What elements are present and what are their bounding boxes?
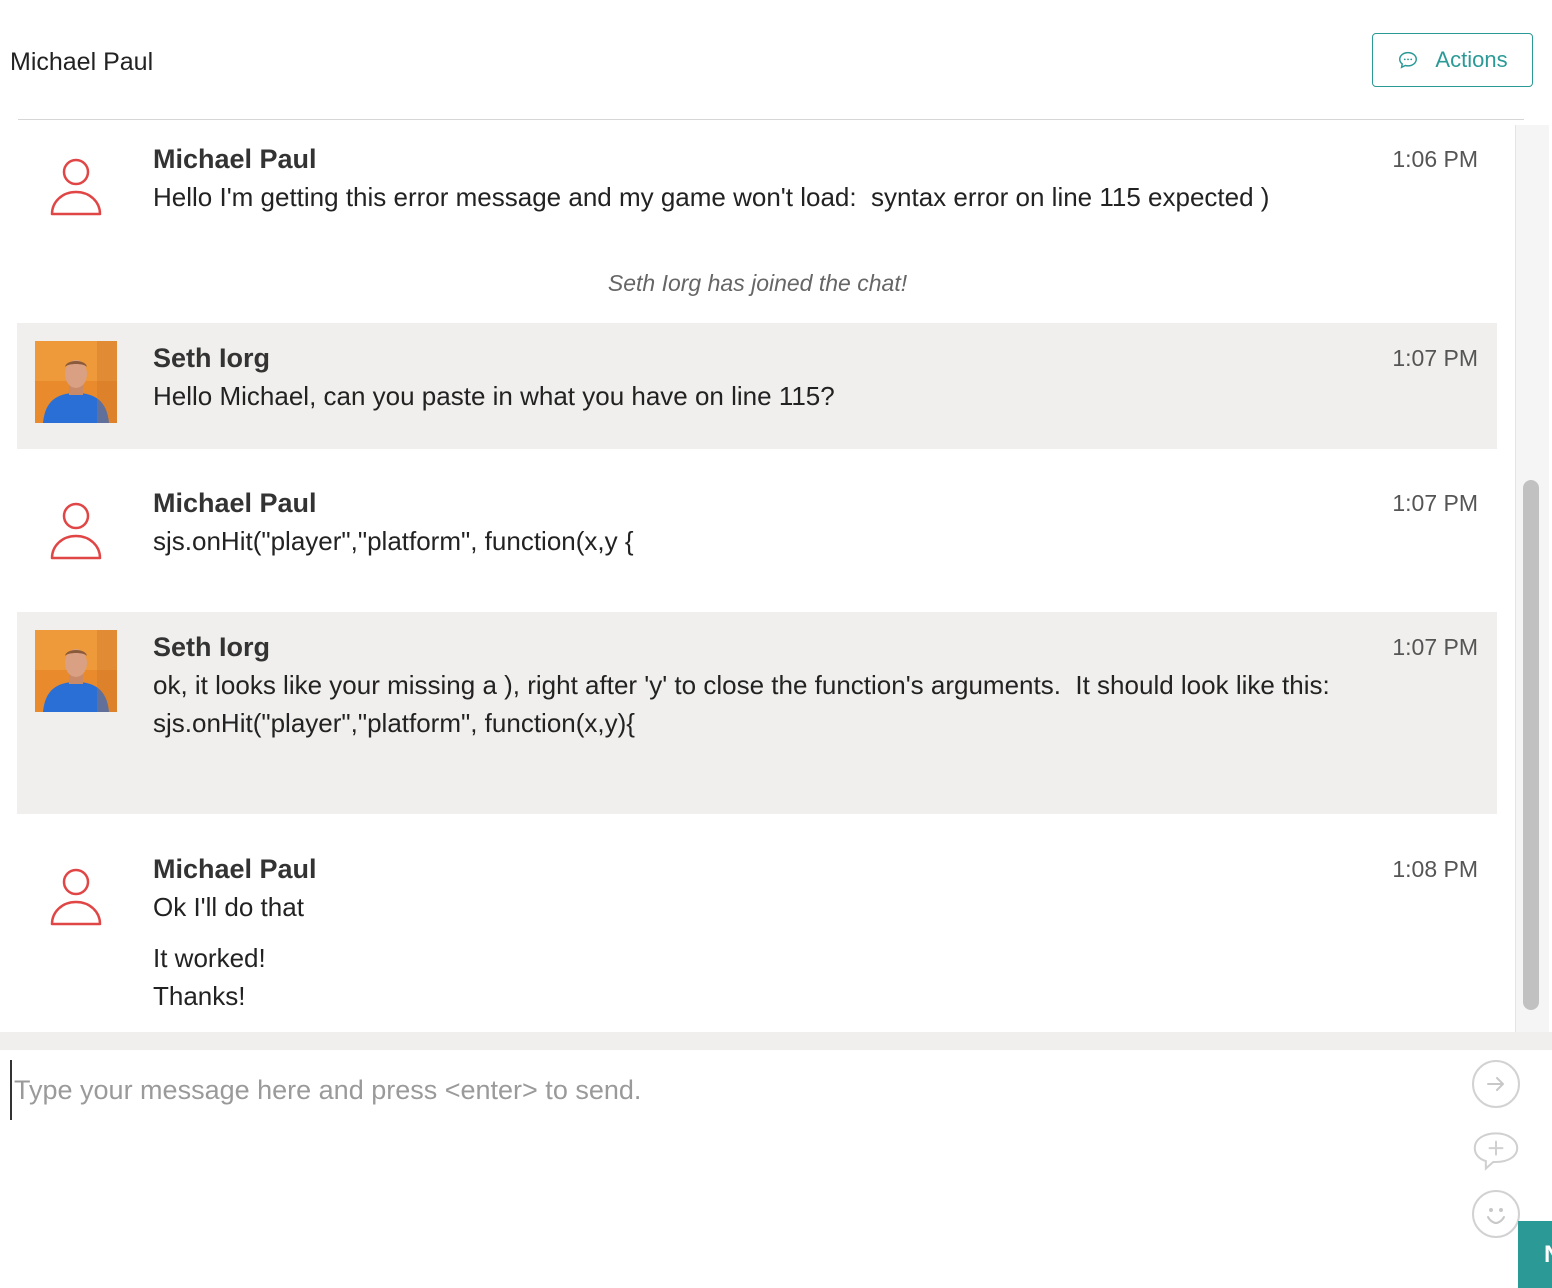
- emoji-icon: [1487, 1208, 1505, 1225]
- user-outline-icon: [50, 868, 102, 926]
- message-item: Seth Iorg 1:07 PM Hello Michael, can you…: [17, 323, 1497, 449]
- send-button[interactable]: [1472, 1060, 1520, 1108]
- message-item: Michael Paul 1:07 PM sjs.onHit("player",…: [17, 474, 1497, 594]
- message-item: Seth Iorg 1:07 PM ok, it looks like your…: [17, 612, 1497, 814]
- message-time: 1:07 PM: [1392, 634, 1478, 660]
- message-text: Hello I'm getting this error message and…: [153, 182, 1270, 212]
- message-time: 1:08 PM: [1392, 856, 1478, 882]
- message-sender: Michael Paul: [153, 854, 317, 884]
- message-text: ok, it looks like your missing a ), righ…: [153, 670, 1330, 738]
- message-sender: Michael Paul: [153, 144, 317, 174]
- scrollbar-thumb[interactable]: [1523, 480, 1539, 1010]
- header-title: Michael Paul: [10, 48, 154, 76]
- message-input[interactable]: [10, 1060, 1454, 1120]
- send-arrow-icon: [1487, 1077, 1504, 1091]
- message-sender: Seth Iorg: [153, 343, 271, 373]
- message-text: Hello Michael, can you paste in what you…: [153, 381, 835, 411]
- transcript-scrollbar[interactable]: [1515, 125, 1549, 1032]
- actions-button[interactable]: Actions: [1372, 33, 1533, 87]
- agent-photo: [35, 630, 117, 712]
- message-text: Ok I'll do that: [153, 892, 304, 922]
- message-sender: Michael Paul: [153, 488, 317, 518]
- message-sender: Seth Iorg: [153, 632, 271, 662]
- chat-transcript: Michael Paul 1:06 PM Hello I'm getting t…: [0, 120, 1515, 1032]
- agent-avatar: [35, 341, 117, 423]
- chat-header: Michael Paul Actions: [0, 0, 1552, 120]
- message-item: Michael Paul 1:08 PM Ok I'll do that It …: [17, 840, 1497, 1030]
- emoji-button[interactable]: [1472, 1190, 1520, 1238]
- user-outline-icon: [50, 502, 102, 560]
- system-message: Seth Iorg has joined the chat!: [607, 270, 908, 296]
- agent-photo: [35, 341, 117, 423]
- message-text: It worked! Thanks!: [153, 943, 266, 1011]
- composer-separator: [0, 1032, 1552, 1050]
- message-text: sjs.onHit("player","platform", function(…: [153, 526, 634, 556]
- message-time: 1:07 PM: [1392, 345, 1478, 371]
- message-composer: [0, 1050, 1552, 1288]
- message-time: 1:07 PM: [1392, 490, 1478, 516]
- chat-bubble-icon: [1399, 51, 1418, 69]
- add-attachment-button[interactable]: [1472, 1126, 1520, 1174]
- message-time: 1:06 PM: [1392, 146, 1478, 172]
- message-item: Michael Paul 1:06 PM Hello I'm getting t…: [17, 130, 1497, 250]
- user-outline-icon: [50, 158, 102, 216]
- agent-avatar: [35, 630, 117, 712]
- corner-tab-button[interactable]: N: [1518, 1221, 1552, 1288]
- add-attachment-icon: [1473, 1132, 1519, 1171]
- actions-label: Actions: [1435, 47, 1508, 72]
